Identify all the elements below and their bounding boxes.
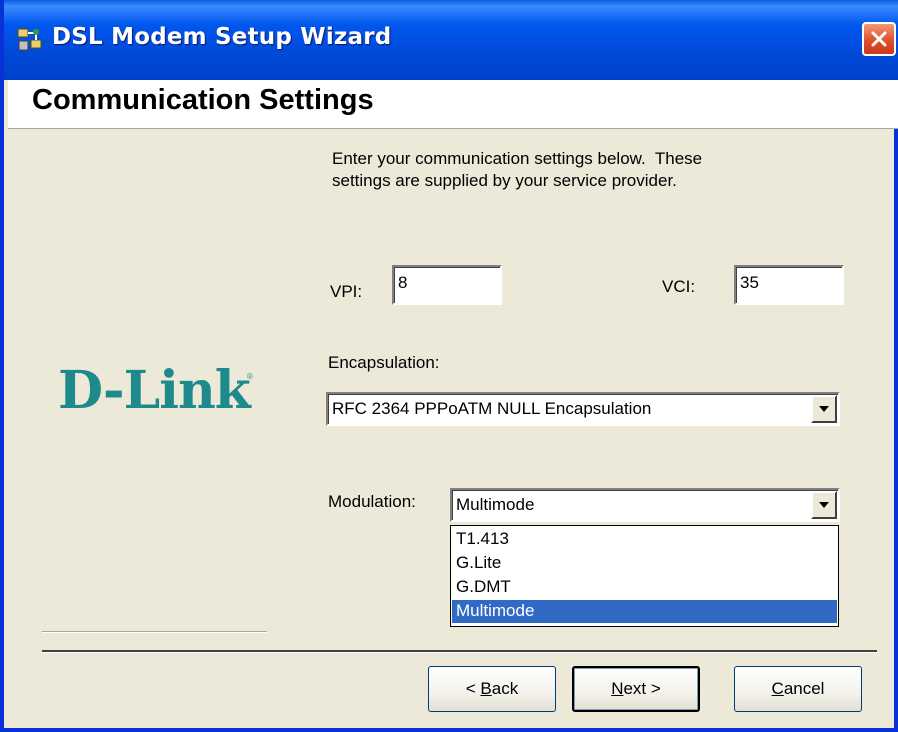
cancel-button-mnemonic: C <box>771 679 784 698</box>
encapsulation-select[interactable]: RFC 2364 PPPoATM NULL Encapsulation <box>326 392 840 426</box>
next-button-mnemonic: N <box>611 679 624 698</box>
modulation-dropdown-button[interactable] <box>811 491 837 519</box>
modulation-option[interactable]: G.DMT <box>452 576 837 599</box>
back-button-prefix: < <box>465 679 481 698</box>
vci-label: VCI: <box>662 277 696 296</box>
chevron-down-icon <box>819 502 829 508</box>
page-title: Communication Settings <box>32 84 374 116</box>
registered-mark-icon: ® <box>247 372 253 381</box>
modulation-option-selected[interactable]: Multimode <box>452 600 837 623</box>
encapsulation-value: RFC 2364 PPPoATM NULL Encapsulation <box>332 399 652 418</box>
close-button[interactable] <box>862 22 896 56</box>
intro-text: Enter your communication settings below.… <box>332 148 812 192</box>
intro-line-2: settings are supplied by your service pr… <box>332 171 677 190</box>
modulation-value: Multimode <box>456 495 535 514</box>
encapsulation-label: Encapsulation: <box>328 353 440 372</box>
dlink-logo: D-Link <box>58 360 251 421</box>
logo-divider <box>42 631 267 633</box>
cancel-button[interactable]: Cancel <box>734 666 862 712</box>
title-bar[interactable]: DSL Modem Setup Wizard <box>4 0 898 80</box>
modulation-label: Modulation: <box>328 492 416 511</box>
window-title: DSL Modem Setup Wizard <box>52 24 392 50</box>
encapsulation-dropdown-button[interactable] <box>811 395 837 423</box>
button-bar-divider <box>42 650 877 653</box>
back-button-mnemonic: B <box>480 679 492 698</box>
vpi-input[interactable]: 8 <box>392 265 502 305</box>
modulation-option[interactable]: T1.413 <box>452 528 837 551</box>
back-button[interactable]: < Back <box>428 666 556 712</box>
back-button-rest: ack <box>491 679 519 698</box>
wizard-window: DSL Modem Setup Wizard Communication Set… <box>0 0 898 732</box>
network-setup-icon <box>16 26 44 54</box>
close-icon <box>871 31 887 47</box>
modulation-option[interactable]: G.Lite <box>452 552 837 575</box>
cancel-button-rest: ancel <box>783 679 825 698</box>
chevron-down-icon <box>819 406 829 412</box>
intro-line-1: Enter your communication settings below.… <box>332 149 703 168</box>
vpi-label: VPI: <box>330 282 363 301</box>
modulation-dropdown-list: T1.413 G.Lite G.DMT Multimode <box>450 525 839 627</box>
next-button-rest: ext > <box>623 679 661 698</box>
next-button[interactable]: Next > <box>572 666 700 712</box>
modulation-select[interactable]: Multimode <box>450 488 840 522</box>
vci-input[interactable]: 35 <box>734 265 844 305</box>
page-header: Communication Settings <box>8 80 898 129</box>
